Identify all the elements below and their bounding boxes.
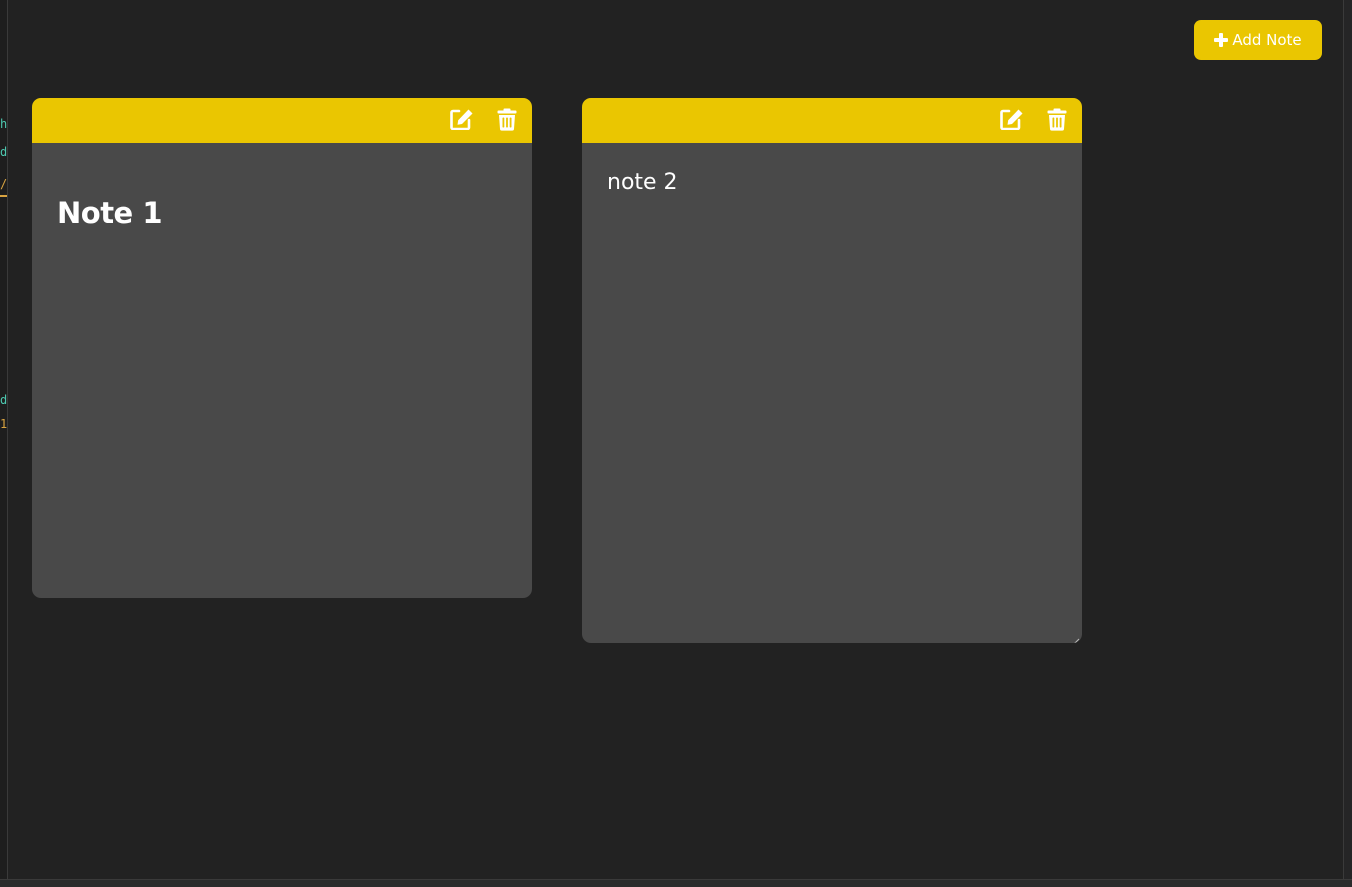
note-textarea[interactable]: note 2 (607, 170, 678, 195)
edit-button[interactable] (449, 108, 474, 133)
add-note-label: Add Note (1232, 31, 1302, 49)
editor-glyph: 1 (0, 417, 8, 431)
note-title: Note 1 (57, 196, 163, 230)
trash-icon (497, 108, 517, 134)
editor-glyph: d (0, 393, 8, 407)
note-toolbar (582, 98, 1082, 143)
delete-button[interactable] (1045, 108, 1068, 134)
bottom-status-bar (0, 879, 1352, 887)
add-note-button[interactable]: Add Note (1194, 20, 1322, 60)
delete-button[interactable] (495, 108, 518, 134)
scrollbar[interactable] (1343, 0, 1352, 880)
notes-app: h d / d 1 Add Note Note 1 note 2 (0, 0, 1352, 887)
note-card: Note 1 (32, 98, 532, 598)
edit-button[interactable] (999, 108, 1024, 133)
editor-glyph: / (0, 177, 8, 191)
editor-glyph: d (0, 145, 8, 159)
plus-icon (1214, 33, 1229, 47)
edit-icon (999, 108, 1024, 133)
resize-handle-icon[interactable] (1071, 632, 1080, 643)
note-card: note 2 (582, 98, 1082, 643)
editor-glyph: h (0, 117, 8, 131)
edit-icon (449, 108, 474, 133)
editor-underline (0, 195, 7, 197)
trash-icon (1047, 108, 1067, 134)
left-editor-edge: h d / d 1 (0, 0, 8, 880)
note-toolbar (32, 98, 532, 143)
